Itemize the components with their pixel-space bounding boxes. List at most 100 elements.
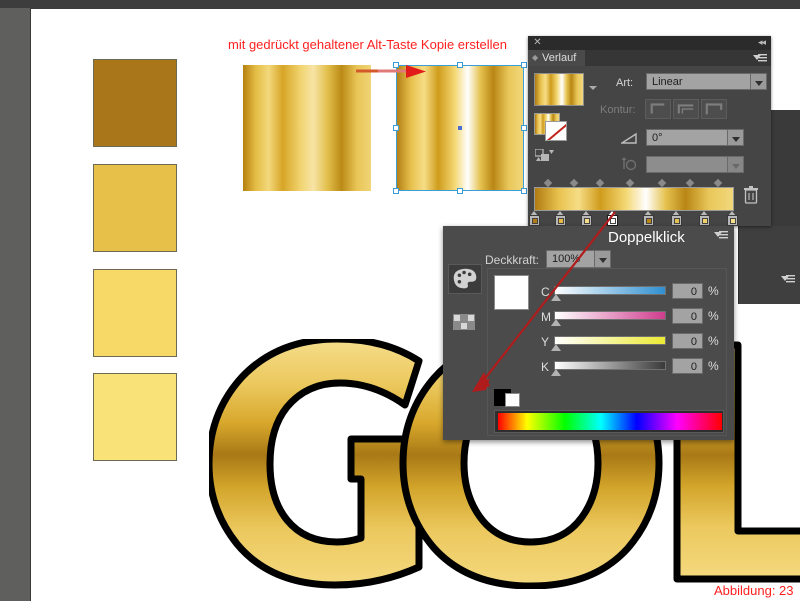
angle-icon [621, 132, 637, 144]
gradient-midpoint-marker[interactable] [685, 178, 695, 188]
stroke-centered-button[interactable] [673, 99, 699, 119]
gradient-stop[interactable] [607, 211, 618, 226]
swatch-gold-light[interactable] [93, 269, 177, 357]
selection-handle[interactable] [521, 125, 527, 131]
color-spectrum-gradient[interactable] [497, 412, 723, 431]
channel-slider-thumb[interactable] [551, 319, 561, 326]
gradient-type-select[interactable]: Linear [646, 73, 767, 90]
color-spectrum-bar[interactable] [494, 410, 724, 433]
gradient-ramp-bar[interactable] [534, 187, 734, 211]
channel-value: 0 [690, 286, 697, 298]
channel-slider-track[interactable] [554, 361, 666, 370]
gradient-midpoint-marker[interactable] [543, 178, 553, 188]
channel-slider-thumb[interactable] [551, 369, 561, 376]
channel-slider-track[interactable] [554, 336, 666, 345]
channel-slider-track[interactable] [554, 286, 666, 295]
panel-menu-icon[interactable] [781, 274, 795, 284]
gradient-midpoint-marker[interactable] [569, 178, 579, 188]
color-slider-row-c: C 0% [488, 283, 728, 308]
fill-stroke-swatches[interactable] [534, 113, 572, 141]
gradient-panel-titlebar[interactable]: ✕ ◂◂ [528, 36, 771, 50]
selection-handle[interactable] [393, 125, 399, 131]
stroke-centered-icon [677, 104, 694, 114]
selection-handle[interactable] [393, 188, 399, 194]
channel-value: 0 [690, 336, 697, 348]
channel-slider-track[interactable] [554, 311, 666, 320]
gradient-stop-color [609, 217, 616, 224]
gradient-stop[interactable] [555, 211, 566, 226]
gradient-stop-color [701, 217, 708, 224]
opacity-label: Deckkraft: [485, 253, 540, 267]
gradient-midpoint-marker[interactable] [625, 178, 635, 188]
chevron-down-icon[interactable] [594, 251, 610, 267]
color-mode-icons [448, 264, 488, 334]
channel-value-input[interactable]: 0 [672, 308, 703, 324]
color-panel-header: Doppelklick [443, 226, 734, 250]
gradient-stop[interactable] [699, 211, 710, 226]
gradient-stop[interactable] [671, 211, 682, 226]
color-palette-icon [453, 268, 477, 289]
swatches-grid-icon[interactable] [453, 314, 475, 330]
swatch-gold-dark[interactable] [93, 59, 177, 147]
selection-handle[interactable] [521, 188, 527, 194]
channel-slider-thumb[interactable] [551, 294, 561, 301]
gradient-stop[interactable] [643, 211, 654, 226]
chevron-down-icon[interactable] [589, 86, 597, 90]
panel-menu-icon[interactable] [753, 53, 767, 63]
gradient-aspect-input[interactable] [646, 156, 744, 173]
stroke-within-button[interactable] [645, 99, 671, 119]
opacity-input[interactable]: 100% [546, 250, 611, 268]
gradient-midpoint-marker[interactable] [595, 178, 605, 188]
channel-unit: % [708, 334, 719, 348]
black-white-swatch[interactable] [494, 389, 522, 407]
gradient-stop[interactable] [529, 211, 540, 226]
tab-verlauf[interactable]: ◆ Verlauf [528, 50, 586, 66]
channel-slider-thumb[interactable] [551, 344, 561, 351]
stroke-outside-button[interactable] [701, 99, 727, 119]
gradient-stop-color [729, 217, 736, 224]
chevron-down-icon[interactable] [727, 157, 743, 172]
color-panel[interactable]: Doppelklick Deckkraft: 100% C 0 % M 0 % … [443, 226, 734, 440]
channel-value-input[interactable]: 0 [672, 283, 703, 299]
selection-handle[interactable] [457, 188, 463, 194]
channel-value: 0 [690, 311, 697, 323]
panel-menu-icon[interactable] [714, 230, 728, 240]
gradient-midpoint-marker[interactable] [657, 178, 667, 188]
gradient-rect-original[interactable] [243, 65, 371, 191]
channel-value-input[interactable]: 0 [672, 333, 703, 349]
chevron-down-icon[interactable] [727, 130, 743, 145]
gradient-stop-color [645, 217, 652, 224]
swatch-gold-medium[interactable] [93, 164, 177, 252]
selection-center-point [458, 126, 462, 130]
channel-value-input[interactable]: 0 [672, 358, 703, 374]
gradient-panel-tabbar[interactable]: ◆ Verlauf [528, 50, 771, 66]
color-palette-button[interactable] [448, 264, 482, 294]
swatch-gold-pale[interactable] [93, 373, 177, 461]
gradient-stop[interactable] [727, 211, 738, 226]
stroke-within-icon [650, 103, 665, 114]
gradient-angle-input[interactable]: 0° [646, 129, 744, 146]
selection-handle[interactable] [393, 62, 399, 68]
selection-handle[interactable] [457, 62, 463, 68]
gradient-ramp[interactable] [529, 178, 738, 226]
color-slider-row-k: K 0% [488, 358, 728, 383]
gradient-preview-thumbnail[interactable] [534, 73, 584, 106]
gradient-stop[interactable] [581, 211, 592, 226]
gradient-midpoint-marker[interactable] [713, 178, 723, 188]
chevron-down-icon[interactable] [750, 74, 766, 89]
channel-label: C [541, 285, 550, 299]
gradient-panel[interactable]: ✕ ◂◂ ◆ Verlauf Art: Linear Kontur: 0° [528, 36, 771, 226]
background-panel-lower[interactable] [738, 226, 800, 304]
white-swatch[interactable] [505, 393, 520, 407]
reverse-gradient-icon[interactable] [535, 149, 555, 163]
channel-unit: % [708, 284, 719, 298]
stroke-swatch-none[interactable] [545, 121, 567, 141]
close-icon[interactable]: ✕ [533, 38, 542, 48]
collapse-panel-icon[interactable]: ◂◂ [758, 38, 766, 47]
selection-handle[interactable] [521, 62, 527, 68]
trash-icon[interactable] [744, 186, 758, 204]
gradient-stop-color [583, 217, 590, 224]
color-sliders-area: C 0% M 0% Y 0% K 0% [487, 268, 727, 436]
gradient-type-label: Art: [616, 77, 634, 89]
tab-grip-icon: ◆ [532, 53, 539, 62]
